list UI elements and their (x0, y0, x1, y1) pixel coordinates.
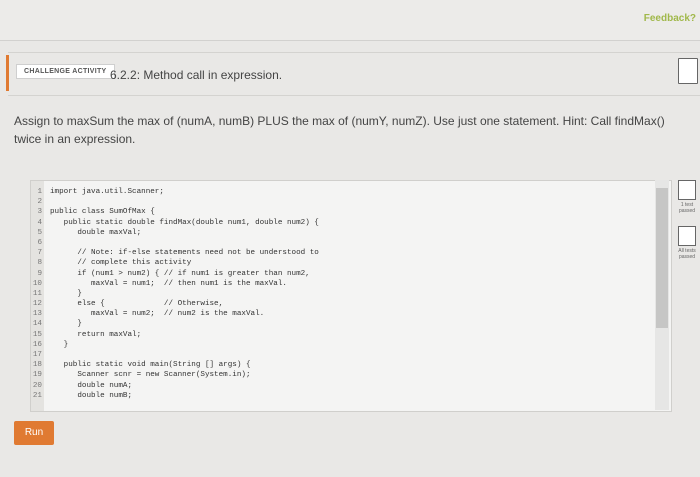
line-number: 6 (37, 238, 42, 247)
code-line[interactable]: 18 public static void main(String [] arg… (31, 360, 319, 370)
code-text[interactable]: import java.util.Scanner; (50, 188, 164, 196)
code-text[interactable]: Scanner scnr = new Scanner(System.in); (50, 371, 250, 379)
line-number: 8 (37, 259, 42, 268)
activity-title: 6.2.2: Method call in expression. (110, 68, 283, 82)
accent-bar (6, 55, 9, 91)
code-text[interactable]: } (50, 320, 82, 328)
code-text[interactable]: public class SumOfMax { (50, 208, 155, 216)
code-text[interactable]: return maxVal; (50, 331, 141, 339)
line-number: 16 (32, 340, 42, 349)
code-line[interactable]: 1 import java.util.Scanner; (31, 187, 319, 197)
test-check-icon (678, 226, 696, 246)
code-text[interactable]: if (num1 > num2) { // if num1 is greater… (50, 270, 309, 278)
code-line[interactable]: 20 double numA; (31, 381, 319, 391)
code-line[interactable]: 12 else { // Otherwise, (31, 299, 319, 309)
code-text[interactable]: } (50, 290, 82, 298)
line-number: 12 (32, 300, 42, 309)
code-line[interactable]: 16 } (31, 340, 319, 350)
line-number: 1 (37, 188, 42, 196)
test-results: 1 test passed All tests passed (674, 180, 700, 272)
line-number: 11 (32, 289, 42, 298)
line-number: 7 (37, 249, 42, 258)
code-line[interactable]: 11 } (31, 289, 319, 299)
line-number: 14 (32, 320, 42, 329)
code-line[interactable]: 5 double maxVal; (31, 228, 319, 238)
code-text[interactable]: maxVal = num2; // num2 is the maxVal. (50, 310, 264, 318)
challenge-activity-badge: CHALLENGE ACTIVITY (16, 64, 115, 79)
code-line[interactable]: 4 public static double findMax(double nu… (31, 218, 319, 228)
code-line[interactable]: 17 (31, 350, 319, 360)
code-text[interactable]: public static void main(String [] args) … (50, 361, 251, 369)
line-number: 4 (37, 218, 42, 227)
code-text[interactable]: double maxVal; (50, 229, 141, 237)
test-label: 1 test passed (678, 202, 696, 214)
code-text[interactable]: public static double findMax(double num1… (50, 219, 319, 227)
line-number: 5 (37, 228, 42, 237)
run-button[interactable]: Run (14, 421, 54, 445)
line-number: 10 (32, 279, 42, 288)
feedback-link[interactable]: Feedback? (644, 13, 696, 24)
test-check-icon (678, 180, 696, 200)
instructions-text: Assign to maxSum the max of (numA, numB)… (14, 114, 665, 146)
scrollbar-thumb[interactable] (656, 188, 668, 328)
code-line[interactable]: 13 maxVal = num2; // num2 is the maxVal. (31, 309, 319, 319)
line-number: 2 (37, 198, 42, 207)
code-line[interactable]: 21 double numB; (31, 391, 319, 401)
code-line[interactable]: 2 (31, 197, 319, 207)
code-line[interactable]: 8 // complete this activity (31, 258, 319, 268)
test-result-1: 1 test passed (674, 180, 700, 214)
line-number: 15 (32, 330, 42, 339)
code-line[interactable]: 9 if (num1 > num2) { // if num1 is great… (31, 269, 319, 279)
top-bar: Feedback? (0, 0, 700, 41)
code-line[interactable]: 6 (31, 238, 319, 248)
code-line[interactable]: 7 // Note: if-else statements need not b… (31, 248, 319, 258)
test-result-2: All tests passed (674, 226, 700, 260)
line-number: 17 (32, 351, 42, 359)
line-number: 19 (32, 371, 42, 380)
code-text[interactable]: double numB; (50, 392, 132, 400)
code-text[interactable]: // complete this activity (50, 259, 191, 267)
line-number: 9 (37, 269, 42, 278)
code-line[interactable]: 3 public class SumOfMax { (31, 207, 319, 217)
code-text[interactable]: maxVal = num1; // then num1 is the maxVa… (50, 280, 287, 288)
code-text[interactable]: double numA; (50, 382, 132, 390)
code-line[interactable]: 15 return maxVal; (31, 330, 319, 340)
code-text[interactable]: } (50, 341, 69, 349)
code-line[interactable]: 19 Scanner scnr = new Scanner(System.in)… (31, 370, 319, 380)
line-number: 21 (32, 391, 42, 400)
code-text[interactable]: // Note: if-else statements need not be … (50, 249, 319, 257)
code-editor[interactable]: 1 import java.util.Scanner; 2 3 public class… (30, 180, 672, 412)
line-number: 18 (32, 361, 42, 370)
test-label: All tests passed (678, 248, 696, 260)
line-number: 13 (32, 310, 42, 319)
code-line[interactable]: 10 maxVal = num1; // then num1 is the ma… (31, 279, 319, 289)
line-number: 3 (37, 208, 42, 217)
code-lines[interactable]: 1 import java.util.Scanner; 2 3 public class… (31, 187, 319, 401)
line-number: 20 (32, 381, 42, 390)
code-text[interactable]: else { // Otherwise, (50, 300, 223, 308)
code-line[interactable]: 14 } (31, 319, 319, 329)
completion-check-icon (678, 58, 698, 84)
